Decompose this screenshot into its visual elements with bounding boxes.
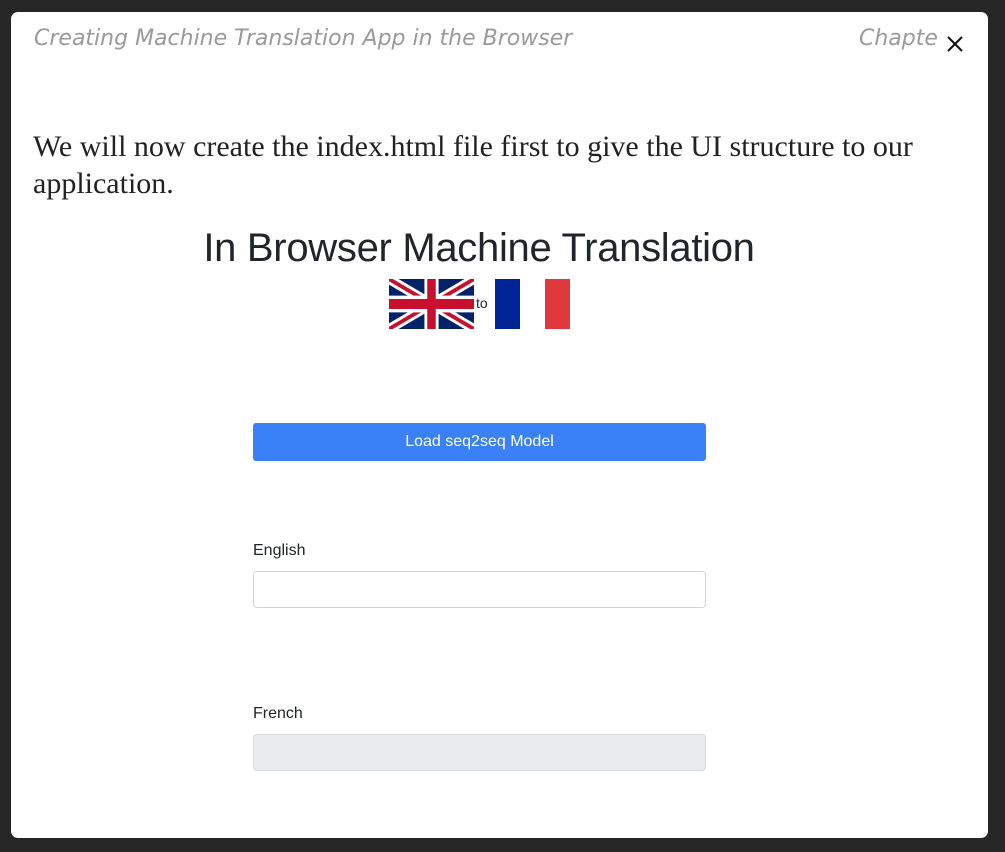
french-label: French [253,705,303,722]
close-icon [947,36,963,52]
english-input[interactable] [253,571,706,608]
french-output [253,734,706,771]
intro-paragraph: We will now create the index.html file f… [33,130,913,200]
chapter-label: Chapter [859,26,937,51]
app-title: In Browser Machine Translation [203,226,755,270]
load-model-button[interactable]: Load seq2seq Model [253,423,706,461]
uk-flag-icon [389,279,474,329]
france-flag-icon [495,279,570,329]
english-label: English [253,542,306,559]
book-title: Creating Machine Translation App in the … [34,26,573,51]
close-button[interactable] [942,31,968,57]
modal-dialog: Creating Machine Translation App in the … [11,12,988,838]
to-connector: to [476,295,488,311]
